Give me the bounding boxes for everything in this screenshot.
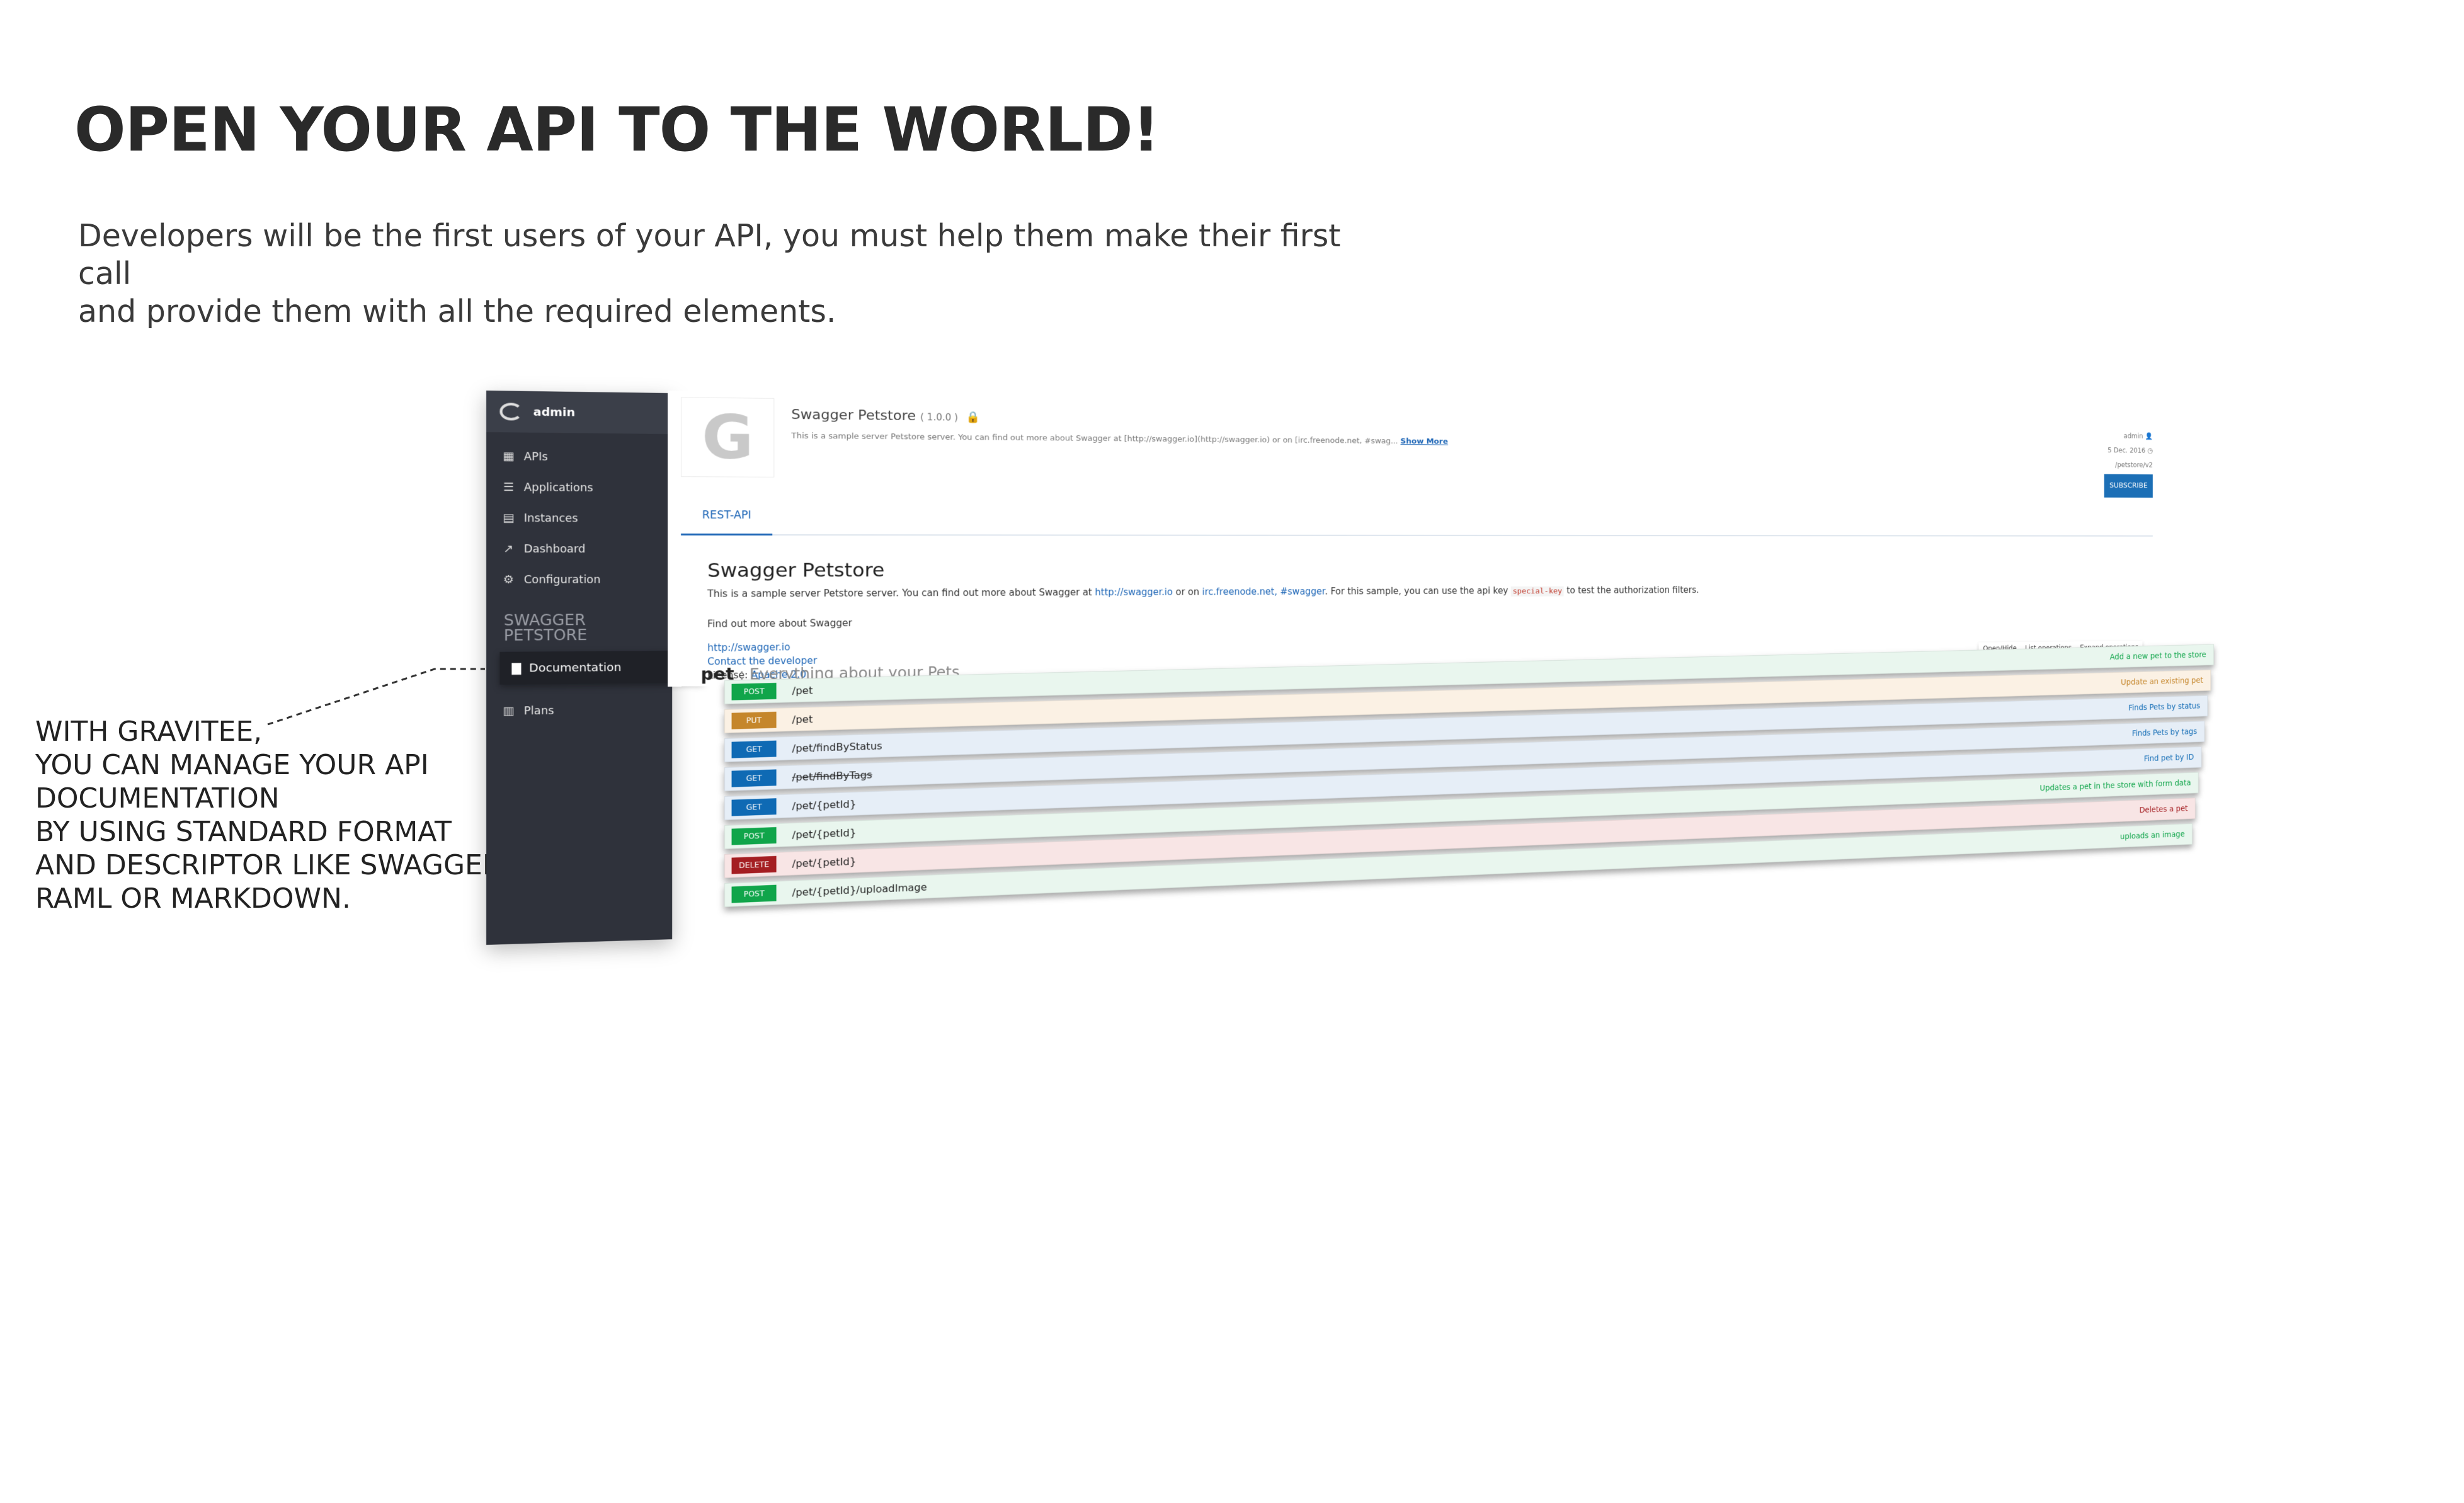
sidebar-item-label: Dashboard [524,543,586,556]
http-method-badge: POST [732,683,777,700]
gravitee-logo-icon[interactable] [499,403,522,420]
http-method-badge: GET [732,769,777,787]
desc-text: or on [1173,586,1202,597]
sidebar-item-label: Configuration [524,573,601,586]
api-key-code: special-key [1511,586,1564,597]
swagger-description: This is a sample server Petstore server.… [707,583,2163,600]
operation-path: /pet/{petId}/uploadImage [792,881,927,898]
sidebar-item-apis[interactable]: ▦ APIs [486,441,672,473]
operations-list: POST/pet Add a new pet to the store PUT/pe… [724,644,2213,951]
api-version: ( 1.0.0 ) [920,411,958,423]
portal-screenshot: admin ▦ APIs ☰ Applications ▤ Instances … [479,384,2368,951]
sidebar-item-configuration[interactable]: ⚙ Configuration [486,564,672,595]
sidebar: admin ▦ APIs ☰ Applications ▤ Instances … [486,391,672,945]
sidebar-header: admin [486,391,672,434]
sidebar-item-plans[interactable]: ▥ Plans [486,694,672,727]
sidebar-item-label: Documentation [529,661,621,675]
desc-text: This is a sample server Petstore server.… [707,587,1095,600]
irc-link[interactable]: irc.freenode.net, #swagger [1202,586,1325,597]
doc-tabs: REST-API [681,496,2153,537]
operation-path: /pet/findByTags [792,769,872,783]
sidebar-item-applications[interactable]: ☰ Applications [486,472,672,503]
http-method-badge: DELETE [732,856,777,874]
api-meta: Swagger Petstore ( 1.0.0 ) 🔒 This is a s… [791,407,1448,446]
http-method-badge: GET [732,741,777,758]
http-method-badge: POST [732,827,777,845]
api-name: Swagger Petstore [791,407,916,424]
operation-path: /pet/{petId} [792,826,857,841]
operation-path: /pet [792,713,813,726]
document-icon: ▇ [512,661,522,675]
gear-icon: ⚙ [501,573,516,586]
show-more-link[interactable]: Show More [1400,437,1447,447]
operation-summary: Find pet by ID [2144,753,2194,763]
operation-summary: uploads an image [2120,830,2185,841]
api-documentation-panel: G Swagger Petstore ( 1.0.0 ) 🔒 This is a… [668,391,2163,687]
operation-path: /pet/{petId} [792,797,857,811]
swagger-title: Swagger Petstore [707,557,2163,582]
operation-path: /pet/findByStatus [792,740,882,754]
desc-text: . For this sample, you can use the api k… [1325,585,1510,597]
server-icon: ▤ [501,511,516,525]
callout-line: AND DESCRIPTOR LIKE SWAGGER, [35,849,510,882]
section-title-line: SWAGGER [504,612,672,628]
chart-icon: ↗ [501,542,516,556]
grid-icon: ▦ [501,450,516,463]
find-out-more: Find out more about Swagger [707,610,2163,630]
sidebar-section-title: SWAGGER PETSTORE [486,595,672,652]
sidebar-item-instances[interactable]: ▤ Instances [486,503,672,534]
sidebar-item-dashboard[interactable]: ↗ Dashboard [486,534,672,564]
api-description-text: This is a sample server Petstore server.… [791,431,1398,446]
clock-icon: ◷ [2147,447,2153,454]
api-title: Swagger Petstore ( 1.0.0 ) 🔒 [791,407,1448,429]
operation-summary: Add a new pet to the store [2110,651,2206,662]
api-header: G Swagger Petstore ( 1.0.0 ) 🔒 This is a… [668,391,2163,498]
sidebar-item-label: APIs [524,450,548,463]
lock-icon: 🔒 [966,411,980,424]
sidebar-user[interactable]: admin [533,405,575,419]
http-method-badge: POST [732,885,777,903]
page-headline: OPEN YOUR API TO THE WORLD! [74,94,1160,165]
operation-summary: Update an existing pet [2121,676,2203,687]
user-icon: 👤 [2145,432,2153,440]
api-description: This is a sample server Petstore server.… [791,431,1448,447]
operation-path: /pet/{petId} [792,855,857,869]
section-title-line: PETSTORE [504,627,672,643]
list-icon: ☰ [501,481,516,494]
api-owner: admin [2124,432,2143,440]
intro-line: and provide them with all the required e… [78,293,1401,331]
sidebar-item-label: Applications [524,481,593,494]
callout-line: RAML OR MARKDOWN. [35,882,510,915]
sidebar-item-label: Plans [524,704,554,717]
operation-summary: Finds Pets by tags [2132,727,2197,738]
gravitee-callout: WITH GRAVITEE, YOU CAN MANAGE YOUR API D… [35,715,510,915]
sidebar-item-label: Instances [524,512,578,525]
api-path: /petstore/v2 [2115,461,2153,469]
swagger-io-link[interactable]: http://swagger.io [1095,586,1172,598]
callout-line: YOU CAN MANAGE YOUR API [35,748,510,782]
columns-icon: ▥ [501,704,516,717]
intro-line: Developers will be the first users of yo… [78,217,1401,293]
callout-line: WITH GRAVITEE, [35,715,510,748]
tab-rest-api[interactable]: REST-API [681,497,772,535]
operation-summary: Updates a pet in the store with form dat… [2039,779,2191,793]
desc-text: to test the authorization filters. [1564,585,1699,595]
api-date: 5 Dec. 2016 [2108,446,2145,454]
callout-line: BY USING STANDARD FORMAT [35,815,510,849]
api-info-box: admin 👤 5 Dec. 2016 ◷ /petstore/v2 SUBSC… [2104,428,2153,498]
operation-summary: Deletes a pet [2140,804,2188,815]
subscribe-button[interactable]: SUBSCRIBE [2104,474,2153,498]
operation-path: /pet [792,684,813,697]
callout-line: DOCUMENTATION [35,782,510,815]
intro-paragraph: Developers will be the first users of yo… [78,217,1401,331]
http-method-badge: PUT [732,712,777,729]
http-method-badge: GET [732,798,777,816]
operation-summary: Finds Pets by status [2128,702,2200,713]
api-logo: G [681,397,774,477]
